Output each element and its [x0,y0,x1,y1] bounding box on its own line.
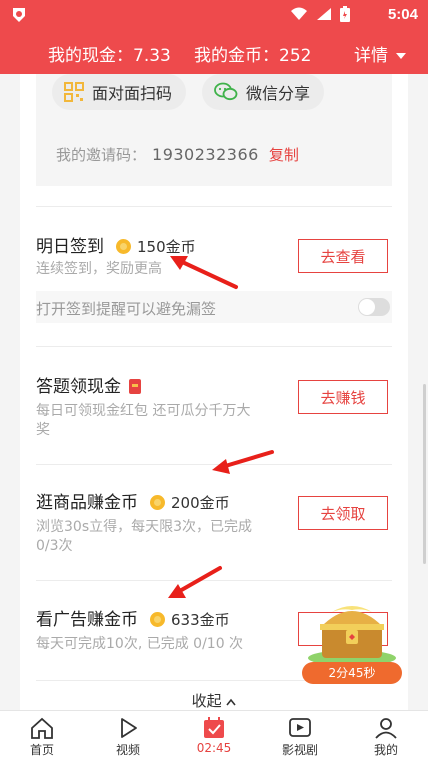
task-reward: 150金币 [137,238,196,256]
task-title-text: 答题领现金 [36,377,121,397]
tab-drama[interactable]: 影视剧 [270,711,330,761]
tab-label: 影视剧 [281,743,318,757]
invite-section: 面对面扫码 微信分享 我的邀请码： 1930232366 复制 [36,74,392,186]
copy-code-link[interactable]: 复制 [269,146,299,164]
sign-reminder-toggle[interactable] [358,298,390,316]
task-desc-signin: 连续签到，奖励更高 [36,261,162,277]
tab-label: 02:45 [196,741,232,755]
task-title-text: 明日签到 [36,237,104,257]
scrollbar[interactable] [423,384,426,564]
task-title-browse: 逛商品赚金币 200金币 [36,488,230,513]
tv-play-icon [289,718,311,737]
tab-home[interactable]: 首页 [12,711,72,761]
battery-icon [340,6,350,22]
invite-code-row: 我的邀请码： 1930232366 复制 [56,144,299,165]
treasure-chest-icon [308,606,396,666]
divider [36,464,392,465]
task-desc-ads: 每天可完成10次, 已完成 0/10 次 [36,636,244,652]
task-reward: 633金币 [171,611,230,629]
status-bar: 5:04 [0,0,428,30]
coin-icon [150,612,165,627]
earn-money-button[interactable]: 去赚钱 [298,380,388,414]
task-desc-line: 奖 [36,422,50,438]
task-reward: 200金币 [171,494,230,512]
divider [36,346,392,347]
task-title-quiz: 答题领现金 [36,372,141,397]
status-time: 5:04 [387,6,418,23]
user-icon [375,718,397,739]
scan-label: 面对面扫码 [92,84,173,103]
coin-icon [150,495,165,510]
wifi-icon [291,7,307,20]
detail-dropdown[interactable]: 详情 [354,41,406,66]
task-desc-browse: 浏览30s立得，每天限3次，已完成 0/3次 [36,518,252,556]
treasure-timer: 2分45秒 [302,662,402,684]
sign-reminder-text: 打开签到提醒可以避免漏签 [36,300,217,318]
collapse-label: 收起 [191,692,222,710]
tab-label: 我的 [373,743,398,757]
cash-balance: 我的现金：7.33 [48,46,171,66]
tab-tasks[interactable]: 02:45 [184,711,244,761]
task-title-ads: 看广告赚金币 633金币 [36,605,230,630]
face-to-face-scan-button[interactable]: 面对面扫码 [52,74,187,110]
tab-video[interactable]: 视频 [98,711,158,761]
claim-button[interactable]: 去领取 [298,496,388,530]
tab-mine[interactable]: 我的 [356,711,416,761]
status-icons [290,6,350,22]
chevron-down-icon [396,53,406,59]
wechat-icon [214,82,238,101]
task-title-text: 看广告赚金币 [36,610,138,630]
bottom-tab-bar: 首页 视频 02:45 影视剧 我的 [0,710,428,761]
task-desc-quiz: 每日可领现金红包 还可瓜分千万大 奖 [36,402,250,440]
wallet-header: 我的现金：7.33 我的金币：252 详情 [0,30,428,74]
wechat-label: 微信分享 [246,84,311,103]
task-desc-line: 0/3次 [36,538,73,554]
qr-code-icon [64,82,84,102]
task-title-text: 逛商品赚金币 [36,493,138,513]
coin-icon [116,239,131,254]
chevron-up-icon [226,698,237,705]
wechat-share-button[interactable]: 微信分享 [202,74,325,110]
coin-balance: 我的金币：252 [194,46,312,66]
task-desc-line: 每日可领现金红包 还可瓜分千万大 [36,403,251,419]
divider [36,206,392,207]
detail-label: 详情 [354,46,388,66]
task-desc-line: 浏览30s立得，每天限3次，已完成 [36,519,253,535]
collapse-toggle[interactable]: 收起 [20,690,408,711]
invite-code: 1930232366 [152,145,259,164]
signal-icon [317,8,331,20]
calendar-icon [204,717,224,738]
home-icon [31,717,53,739]
red-packet-icon [129,379,141,394]
invite-prefix: 我的邀请码： [56,146,147,164]
tab-label: 视频 [115,743,140,757]
play-icon [121,718,137,738]
view-signin-button[interactable]: 去查看 [298,239,388,273]
app-shield-icon [13,8,25,22]
sign-reminder-row: 打开签到提醒可以避免漏签 [36,291,392,323]
task-title-signin: 明日签到 150金币 [36,232,196,257]
divider [36,580,392,581]
tab-label: 首页 [29,743,54,757]
